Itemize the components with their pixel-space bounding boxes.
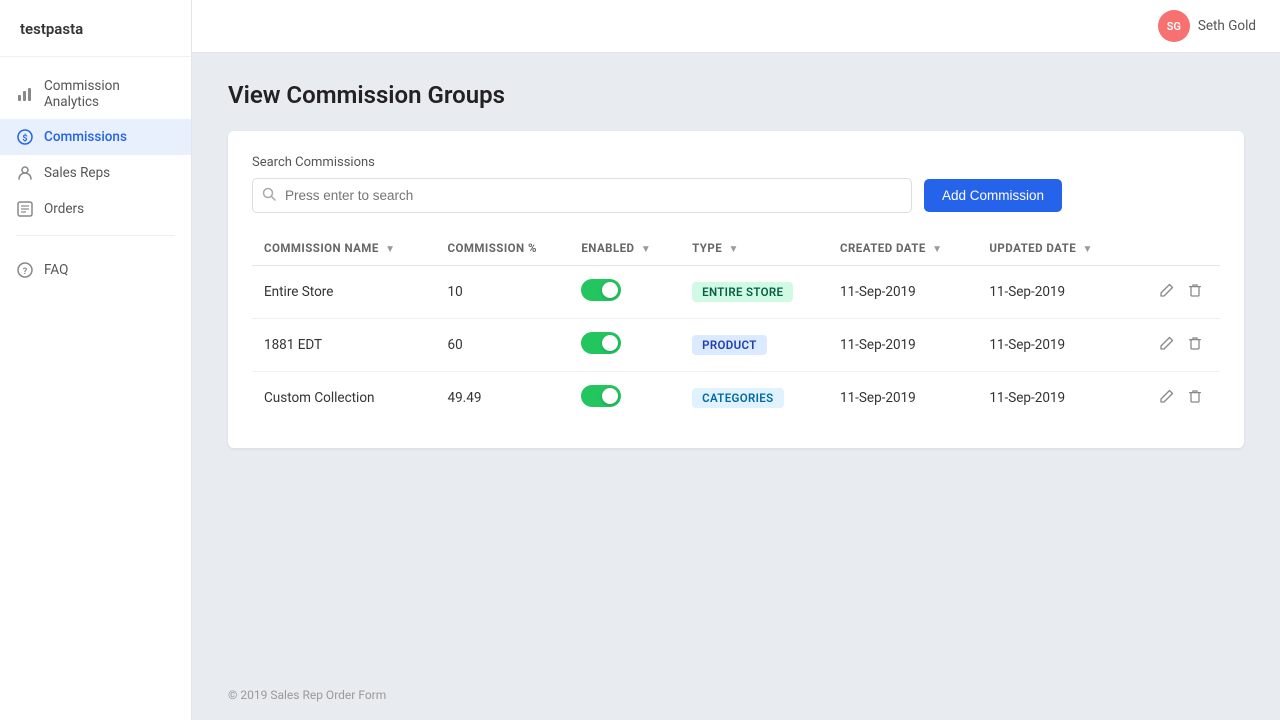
top-header: SG Seth Gold [192, 0, 1280, 53]
help-icon: ? [16, 261, 34, 279]
cell-updated-0: 11-Sep-2019 [977, 266, 1128, 319]
delete-button-2[interactable] [1182, 385, 1208, 411]
sidebar-item-orders[interactable]: Orders [0, 191, 191, 227]
cell-updated-1: 11-Sep-2019 [977, 319, 1128, 372]
cell-percent-1: 60 [436, 319, 570, 372]
table-header: COMMISSION NAME ▼ COMMISSION % ENABLED ▼ [252, 233, 1220, 266]
cell-actions-2 [1128, 372, 1220, 425]
delete-button-0[interactable] [1182, 279, 1208, 305]
table-row: 1881 EDT 60 PRODUCT 11-Sep-2019 11-Sep-2… [252, 319, 1220, 372]
sidebar-item-commissions[interactable]: $ Commissions [0, 119, 191, 155]
sidebar-label-orders: Orders [44, 201, 84, 217]
search-input-wrap [252, 178, 912, 213]
sort-icon-created: ▼ [932, 244, 942, 255]
sidebar-divider [16, 235, 175, 236]
type-badge-2: CATEGORIES [692, 388, 783, 408]
sidebar-item-faq[interactable]: ? FAQ [0, 252, 191, 288]
sidebar-item-analytics[interactable]: Commission Analytics [0, 69, 191, 119]
cell-type-0: ENTIRE STORE [680, 266, 828, 319]
edit-button-2[interactable] [1154, 385, 1180, 411]
page-content: View Commission Groups Search Commission… [192, 53, 1280, 670]
svg-text:$: $ [22, 133, 27, 144]
type-badge-1: PRODUCT [692, 335, 767, 355]
sidebar-label-sales-reps: Sales Reps [44, 165, 110, 181]
sidebar-item-sales-reps[interactable]: Sales Reps [0, 155, 191, 191]
col-updated[interactable]: UPDATED DATE ▼ [977, 233, 1128, 266]
cell-percent-0: 10 [436, 266, 570, 319]
add-commission-button[interactable]: Add Commission [924, 179, 1062, 212]
dollar-icon: $ [16, 128, 34, 146]
page-footer: © 2019 Sales Rep Order Form [192, 670, 1280, 720]
cell-enabled-0[interactable] [569, 266, 680, 319]
user-info: SG Seth Gold [1158, 10, 1256, 42]
col-percent: COMMISSION % [436, 233, 570, 266]
cell-created-1: 11-Sep-2019 [828, 319, 977, 372]
sidebar-label-commissions: Commissions [44, 129, 127, 145]
table-row: Custom Collection 49.49 CATEGORIES 11-Se… [252, 372, 1220, 425]
cell-name-2: Custom Collection [252, 372, 436, 425]
sort-icon-name: ▼ [385, 244, 395, 255]
cell-name-1: 1881 EDT [252, 319, 436, 372]
cell-percent-2: 49.49 [436, 372, 570, 425]
cell-enabled-1[interactable] [569, 319, 680, 372]
table-row: Entire Store 10 ENTIRE STORE 11-Sep-2019… [252, 266, 1220, 319]
search-input[interactable] [252, 178, 912, 213]
toggle-0[interactable] [581, 279, 621, 301]
cell-actions-0 [1128, 266, 1220, 319]
col-name[interactable]: COMMISSION NAME ▼ [252, 233, 436, 266]
toggle-2[interactable] [581, 385, 621, 407]
main-content: SG Seth Gold View Commission Groups Sear… [192, 0, 1280, 720]
col-actions [1128, 233, 1220, 266]
list-icon [16, 200, 34, 218]
user-name: Seth Gold [1198, 18, 1256, 34]
commissions-table: COMMISSION NAME ▼ COMMISSION % ENABLED ▼ [252, 233, 1220, 424]
type-badge-0: ENTIRE STORE [692, 282, 793, 302]
svg-text:?: ? [23, 267, 28, 277]
col-created[interactable]: CREATED DATE ▼ [828, 233, 977, 266]
cell-type-2: CATEGORIES [680, 372, 828, 425]
cell-created-2: 11-Sep-2019 [828, 372, 977, 425]
edit-button-1[interactable] [1154, 332, 1180, 358]
brand-name: testpasta [0, 0, 191, 57]
cell-created-0: 11-Sep-2019 [828, 266, 977, 319]
chart-icon [16, 85, 34, 103]
cell-enabled-2[interactable] [569, 372, 680, 425]
sidebar-label-faq: FAQ [44, 262, 68, 278]
toggle-1[interactable] [581, 332, 621, 354]
cell-name-0: Entire Store [252, 266, 436, 319]
search-row: Add Commission [252, 178, 1220, 213]
sidebar-nav: Commission Analytics $ Commissions [0, 57, 191, 720]
sidebar: testpasta Commission Analytics $ [0, 0, 192, 720]
sort-icon-enabled: ▼ [641, 244, 651, 255]
table-body: Entire Store 10 ENTIRE STORE 11-Sep-2019… [252, 266, 1220, 425]
sort-icon-type: ▼ [729, 244, 739, 255]
commissions-card: Search Commissions Add Commission [228, 131, 1244, 448]
edit-button-0[interactable] [1154, 279, 1180, 305]
cell-type-1: PRODUCT [680, 319, 828, 372]
footer-text: © 2019 Sales Rep Order Form [228, 688, 386, 702]
sidebar-label-analytics: Commission Analytics [44, 78, 175, 110]
delete-button-1[interactable] [1182, 332, 1208, 358]
cell-actions-1 [1128, 319, 1220, 372]
search-label: Search Commissions [252, 155, 1220, 170]
page-title: View Commission Groups [228, 81, 1244, 109]
col-enabled[interactable]: ENABLED ▼ [569, 233, 680, 266]
cell-updated-2: 11-Sep-2019 [977, 372, 1128, 425]
sort-icon-updated: ▼ [1083, 244, 1093, 255]
col-type[interactable]: TYPE ▼ [680, 233, 828, 266]
avatar: SG [1158, 10, 1190, 42]
person-icon [16, 164, 34, 182]
